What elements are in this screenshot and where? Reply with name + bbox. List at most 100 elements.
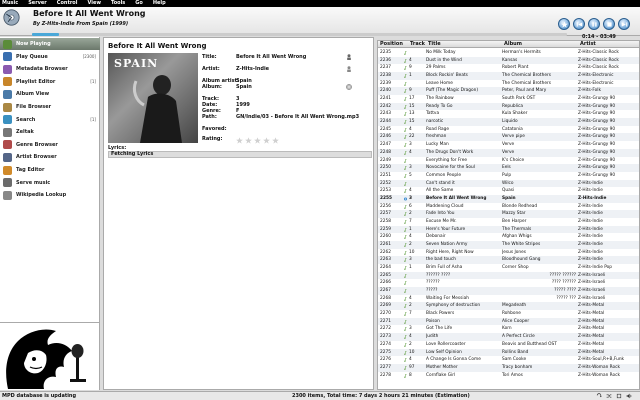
table-row[interactable]: 2235 No Milk Today Herman's Hermits Z-Hits-… [378,49,639,57]
cd-icon[interactable] [346,84,352,90]
table-row[interactable]: 2278 8 Cornflake Girl Tori Amos Z-Hits-Woman… [378,372,639,380]
table-row[interactable]: 2244 15 narcotic Liquido Z-Hits-Grungy 90 [378,118,639,126]
star-icon[interactable] [236,137,243,144]
table-row[interactable]: 2276 4 A Change Is Gonna Come Sam Cooke Z-Hi… [378,356,639,364]
repeat-icon[interactable] [596,393,602,399]
cell-position: 2256 [380,203,391,209]
table-row[interactable]: 2248 4 The Drugs Don't Work Verve Z-Hits-Gru… [378,148,639,157]
cell-artist: Z-Hits-Metal [578,318,605,324]
table-row[interactable]: 2251 5 Common People Pulp Z-Hits-Grungy 90 [378,172,639,180]
table-row[interactable]: 2273 4 Judith A Perfect Circle Z-Hits-Metal [378,333,639,341]
music-note-icon [404,174,407,178]
menu-view[interactable]: View [87,0,101,7]
sidebar-item-playlist-editor[interactable]: Playlist Editor [1] [0,76,100,88]
table-row[interactable]: 2249 Everything for Free K's Choice Z-Hits-… [378,157,639,165]
single-icon[interactable] [616,393,622,399]
table-row[interactable]: 2243 13 Tattva Kula Shaker Z-Hits-Grungy 90 [378,110,639,118]
table-row[interactable]: 2247 3 Lucky Man Verve Z-Hits-Grungy 90 [378,141,639,149]
menu-go[interactable]: Go [135,0,143,7]
star-icon[interactable] [254,137,261,144]
table-row[interactable]: 2239 Leave Home The Chemical Brothers Z-Hit… [378,80,639,88]
next-button[interactable] [618,18,630,30]
table-row[interactable]: 2268 4 Waiting For Messiah ????? ??? Z-Hits-… [378,295,639,303]
favorite-star-button[interactable] [558,18,570,30]
sidebar-item-zeltak[interactable]: Zeltak [0,126,100,138]
shuffle-icon[interactable] [606,393,612,399]
sidebar-item-label: File Browser [16,104,52,110]
sidebar-item-play-queue[interactable]: Play Queue [2300] [0,51,100,63]
star-icon[interactable] [272,137,279,144]
table-row[interactable]: 2256 6 Maddening Cloud Blonde Redhead Z-Hits… [378,203,639,211]
table-row[interactable]: 2258 7 Excuse Me Mr. Ben Harper Z-Hits-Indie [378,218,639,226]
table-row[interactable]: 2269 2 Symphony of destruction Megadeath Z-H… [378,302,639,311]
table-row[interactable]: 2259 1 Here's Your Future The Thermals Z-Hit… [378,225,639,234]
sidebar-item-album-view[interactable]: Album View [0,88,100,100]
sidebar-item-search[interactable]: Search [1] [0,114,100,126]
sidebar-item-genre-browser[interactable]: Genre Browser [0,139,100,151]
table-row[interactable]: 2245 4 Road Rage Catatonia Z-Hits-Grungy 90 [378,126,639,134]
table-row[interactable]: 2237 9 29 Palms Robert Plant Z-Hits-Classic … [378,64,639,72]
menu-tools[interactable]: Tools [111,0,125,7]
table-row[interactable]: 2240 9 Puff (The Magic Dragon) Peter, Paul … [378,87,639,96]
person-icon[interactable] [346,66,352,72]
table-row[interactable]: 2252 Can't stand it Wilco Z-Hits-Indie [378,179,639,188]
cell-artist: Z-Hits-Israeli [578,288,606,294]
table-row[interactable]: 2265 ?????? ???? ????? ?????? Z-Hits-Israel… [378,271,639,280]
play-queue-table[interactable]: Position Track Title Album Artist 2235 No… [377,40,640,390]
sidebar-item-wikipedia-lookup[interactable]: Wikipedia Lookup [0,189,100,201]
sidebar-item-now-playing[interactable]: Now Playing [0,38,100,50]
music-note-icon [404,373,407,378]
column-title[interactable]: Title [426,41,500,48]
table-row[interactable]: 2255 3 Before It All Went Wrong Spain Z-Hits… [378,194,639,203]
table-row[interactable]: 2266?????? ???? ?????? Z-Hits-Israeli [378,279,639,287]
cell-title: Here's Your Future [426,226,466,232]
volume-icon[interactable] [626,393,632,399]
sidebar-item-artist-browser[interactable]: Artist Browser [0,151,100,163]
table-row[interactable]: 2274 2 Love Rollercoaster Beavis and Butthe… [378,341,639,349]
menu-server[interactable]: Server [28,0,47,7]
table-row[interactable]: 2272 3 Got The Life Korn Z-Hits-Metal [378,325,639,333]
table-row[interactable]: 2277 97 Mother Mother Tracy bonham Z-Hits-Wo… [378,363,639,372]
menu-help[interactable]: Help [153,0,166,7]
table-row[interactable]: 2261 2 Seven Nation Army The White Stripes Z… [378,241,639,249]
table-row[interactable]: 2242 15 Ready To Go Republica Z-Hits-Grungy … [378,102,639,111]
sidebar-item-serve-music[interactable]: Serve music [0,177,100,189]
cell-position: 2241 [380,96,391,102]
star-icon[interactable] [263,137,270,144]
sidebar-item-file-browser[interactable]: File Browser [0,101,100,113]
sidebar-item-tag-editor[interactable]: Tag Editor [0,164,100,176]
table-row[interactable]: 2253 4 All the Same Quasi Z-Hits-Indie [378,187,639,195]
table-row[interactable]: 2250 3 Novocaine for the Soul Eels Z-Hits-Gr… [378,164,639,172]
cell-artist: Z-Hits-Grungy 90 [578,111,616,117]
table-row[interactable]: 2241 17 The Rainbow South Park OST Z-Hits-Gr… [378,95,639,103]
table-row[interactable]: 2246 22 freshman Verve pipe Z-Hits-Grungy 90 [378,133,639,142]
artist-info-icon[interactable] [346,54,352,60]
cell-position: 2247 [380,142,391,148]
tag-editor-icon [3,165,12,175]
table-row[interactable]: 2264 1 Brim Full of Asha Corner Shop Z-Hits-… [378,264,639,272]
progress-slider[interactable] [32,33,567,36]
table-row[interactable]: 2275 10 Low Self Opinion Rollins Band Z-Hits… [378,348,639,357]
table-row[interactable]: 2262 10 Right Here, Right Now Jesus Jones Z-… [378,249,639,257]
table-row[interactable]: 2257 2 Fade Into You Mazzy Star Z-Hits-Indie [378,210,639,218]
star-icon[interactable] [245,137,252,144]
sidebar-item-metadata-browser[interactable]: Metadata Browser [0,63,100,75]
table-row[interactable]: 2238 1 Block Rockin' Beats The Chemical Bro… [378,72,639,80]
column-position[interactable]: Position [378,41,403,48]
table-row[interactable]: 2270 7 Black Powers Rohbone Z-Hits-Metal [378,310,639,318]
column-album[interactable]: Album [502,41,576,48]
table-row[interactable]: 2260 4 Debonair Afghan Whigs Z-Hits-Indie [378,233,639,241]
table-row[interactable]: 2236 4 Dust in the Wind Kansas Z-Hits-Classi… [378,56,639,65]
cell-album: Ben Harper [502,218,527,224]
previous-button[interactable] [573,18,585,30]
menu-control[interactable]: Control [57,0,78,7]
table-row[interactable]: 2267????? ????? ???? Z-Hits-Israeli [378,287,639,295]
cell-title: Right Here, Right Now [426,249,474,255]
table-row[interactable]: 2263 3 the bad touch Bloodhound Gang Z-Hits-… [378,256,639,265]
stop-button[interactable] [603,18,615,30]
table-row[interactable]: 2271 Poison Alice Cooper Z-Hits-Metal [378,317,639,326]
play-pause-button[interactable] [588,18,600,30]
column-artist[interactable]: Artist [578,41,639,48]
menu-music[interactable]: Music [2,0,18,7]
playlist-icon [3,77,12,87]
